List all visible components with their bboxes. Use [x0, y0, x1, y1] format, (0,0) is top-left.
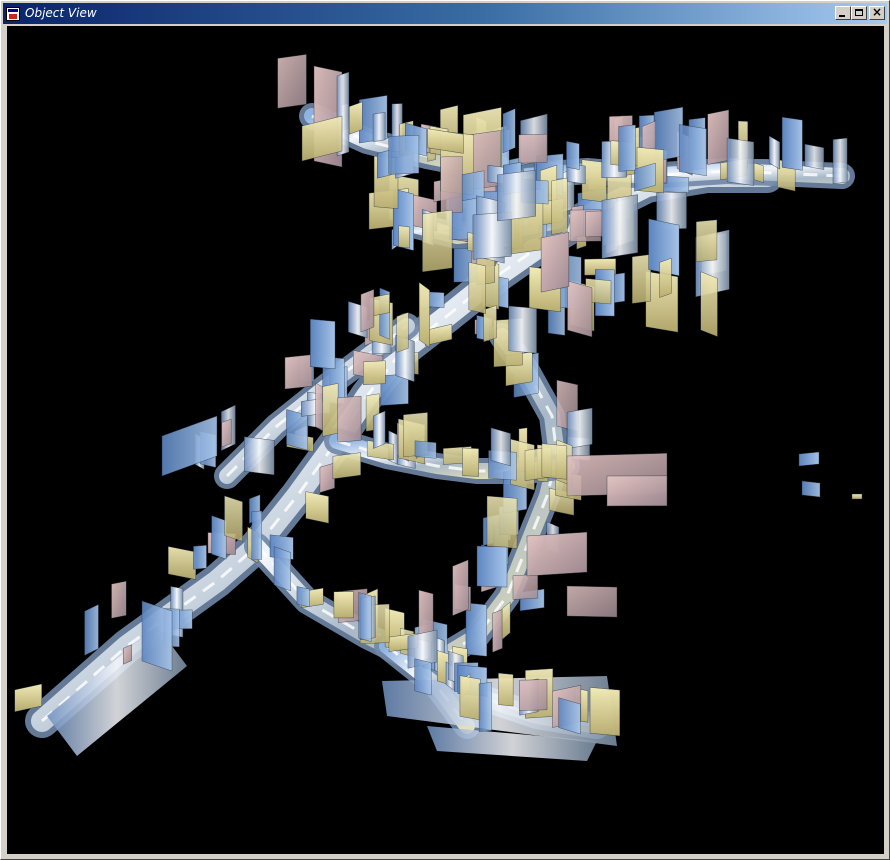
- building-facade: [696, 219, 718, 263]
- building-facade: [273, 546, 291, 592]
- building-facade: [468, 262, 486, 314]
- building-facade: [373, 410, 386, 449]
- building-facade: [440, 156, 463, 214]
- building-facade: [566, 585, 618, 618]
- building-facade: [678, 124, 707, 177]
- building-facade: [478, 682, 492, 732]
- close-button[interactable]: ×: [869, 5, 885, 20]
- building-facade: [244, 436, 275, 476]
- title-buttons: ×: [835, 5, 885, 20]
- building-facade: [372, 112, 386, 142]
- building-facade: [851, 493, 863, 500]
- 3d-viewport[interactable]: [7, 26, 884, 854]
- building-facade: [558, 697, 581, 735]
- building-facade: [221, 418, 232, 448]
- building-facade: [585, 210, 605, 238]
- minimize-icon: [839, 15, 845, 17]
- building-facade: [211, 515, 227, 560]
- city-model-render: [14, 54, 863, 761]
- building-facade: [801, 480, 821, 498]
- building-facade: [589, 687, 621, 737]
- app-icon[interactable]: [6, 6, 20, 21]
- building-facade: [804, 143, 825, 170]
- building-facade: [418, 281, 430, 348]
- building-facade: [251, 510, 262, 561]
- building-facade: [540, 231, 570, 293]
- building-facade: [753, 162, 764, 183]
- building-facade: [398, 225, 410, 249]
- building-facade: [277, 54, 307, 109]
- building-facade: [111, 580, 127, 619]
- building-facade: [322, 383, 339, 437]
- building-facade: [422, 209, 453, 273]
- building-facade: [284, 354, 313, 390]
- building-facade: [659, 257, 672, 298]
- building-facade: [518, 133, 548, 164]
- building-facade: [832, 137, 848, 184]
- building-facade: [769, 135, 780, 170]
- maximize-icon: [855, 9, 863, 16]
- building-facade: [358, 592, 372, 642]
- building-facade: [492, 609, 503, 653]
- building-facade: [193, 545, 207, 570]
- building-facade: [168, 546, 196, 580]
- object-view-window: Object View ×: [0, 0, 890, 860]
- building-facade: [567, 280, 593, 338]
- building-facade: [519, 679, 548, 711]
- building-facade: [161, 415, 218, 477]
- building-facade: [310, 318, 336, 370]
- building-facade: [601, 194, 638, 259]
- building-facade: [141, 600, 173, 672]
- building-facade: [459, 675, 481, 721]
- building-facade: [707, 109, 729, 165]
- building-facade: [631, 254, 651, 304]
- building-facade: [526, 531, 588, 577]
- building-facade: [566, 407, 593, 449]
- building-facade: [337, 395, 362, 443]
- building-facade: [486, 495, 518, 549]
- building-facade: [781, 116, 803, 171]
- building-facade: [332, 452, 361, 480]
- building-facade: [388, 135, 420, 175]
- building-facade: [551, 177, 568, 235]
- building-facade: [333, 591, 354, 619]
- building-facade: [498, 672, 514, 707]
- building-facade: [363, 360, 386, 385]
- building-facade: [618, 124, 636, 172]
- building-facade: [461, 170, 485, 202]
- building-facade: [566, 140, 580, 170]
- building-facade: [360, 289, 375, 333]
- building-facade: [224, 495, 243, 542]
- building-facade: [606, 475, 668, 507]
- building-facade: [396, 312, 409, 353]
- title-bar[interactable]: Object View ×: [3, 3, 887, 24]
- building-facade: [700, 271, 718, 337]
- building-facade: [508, 305, 537, 354]
- building-facade: [123, 644, 132, 665]
- building-facade: [490, 427, 511, 467]
- building-facade: [462, 447, 479, 477]
- minimize-button[interactable]: [835, 6, 851, 20]
- building-facade: [414, 440, 437, 459]
- building-facade: [319, 462, 335, 493]
- building-facade: [348, 101, 363, 135]
- building-facade: [414, 658, 432, 696]
- building-facade: [476, 545, 508, 588]
- building-facade: [296, 586, 310, 608]
- window-title: Object View: [25, 6, 97, 20]
- building-facade: [798, 451, 820, 467]
- building-facade: [502, 108, 516, 154]
- building-facade: [305, 491, 329, 524]
- building-facade: [84, 604, 99, 656]
- close-icon: ×: [871, 5, 883, 19]
- building-facade: [726, 137, 755, 186]
- building-facade: [497, 169, 536, 222]
- building-facade: [452, 559, 469, 616]
- building-facade: [512, 574, 539, 600]
- maximize-button[interactable]: [851, 6, 867, 20]
- building-facade: [541, 443, 568, 480]
- building-facade: [501, 601, 511, 640]
